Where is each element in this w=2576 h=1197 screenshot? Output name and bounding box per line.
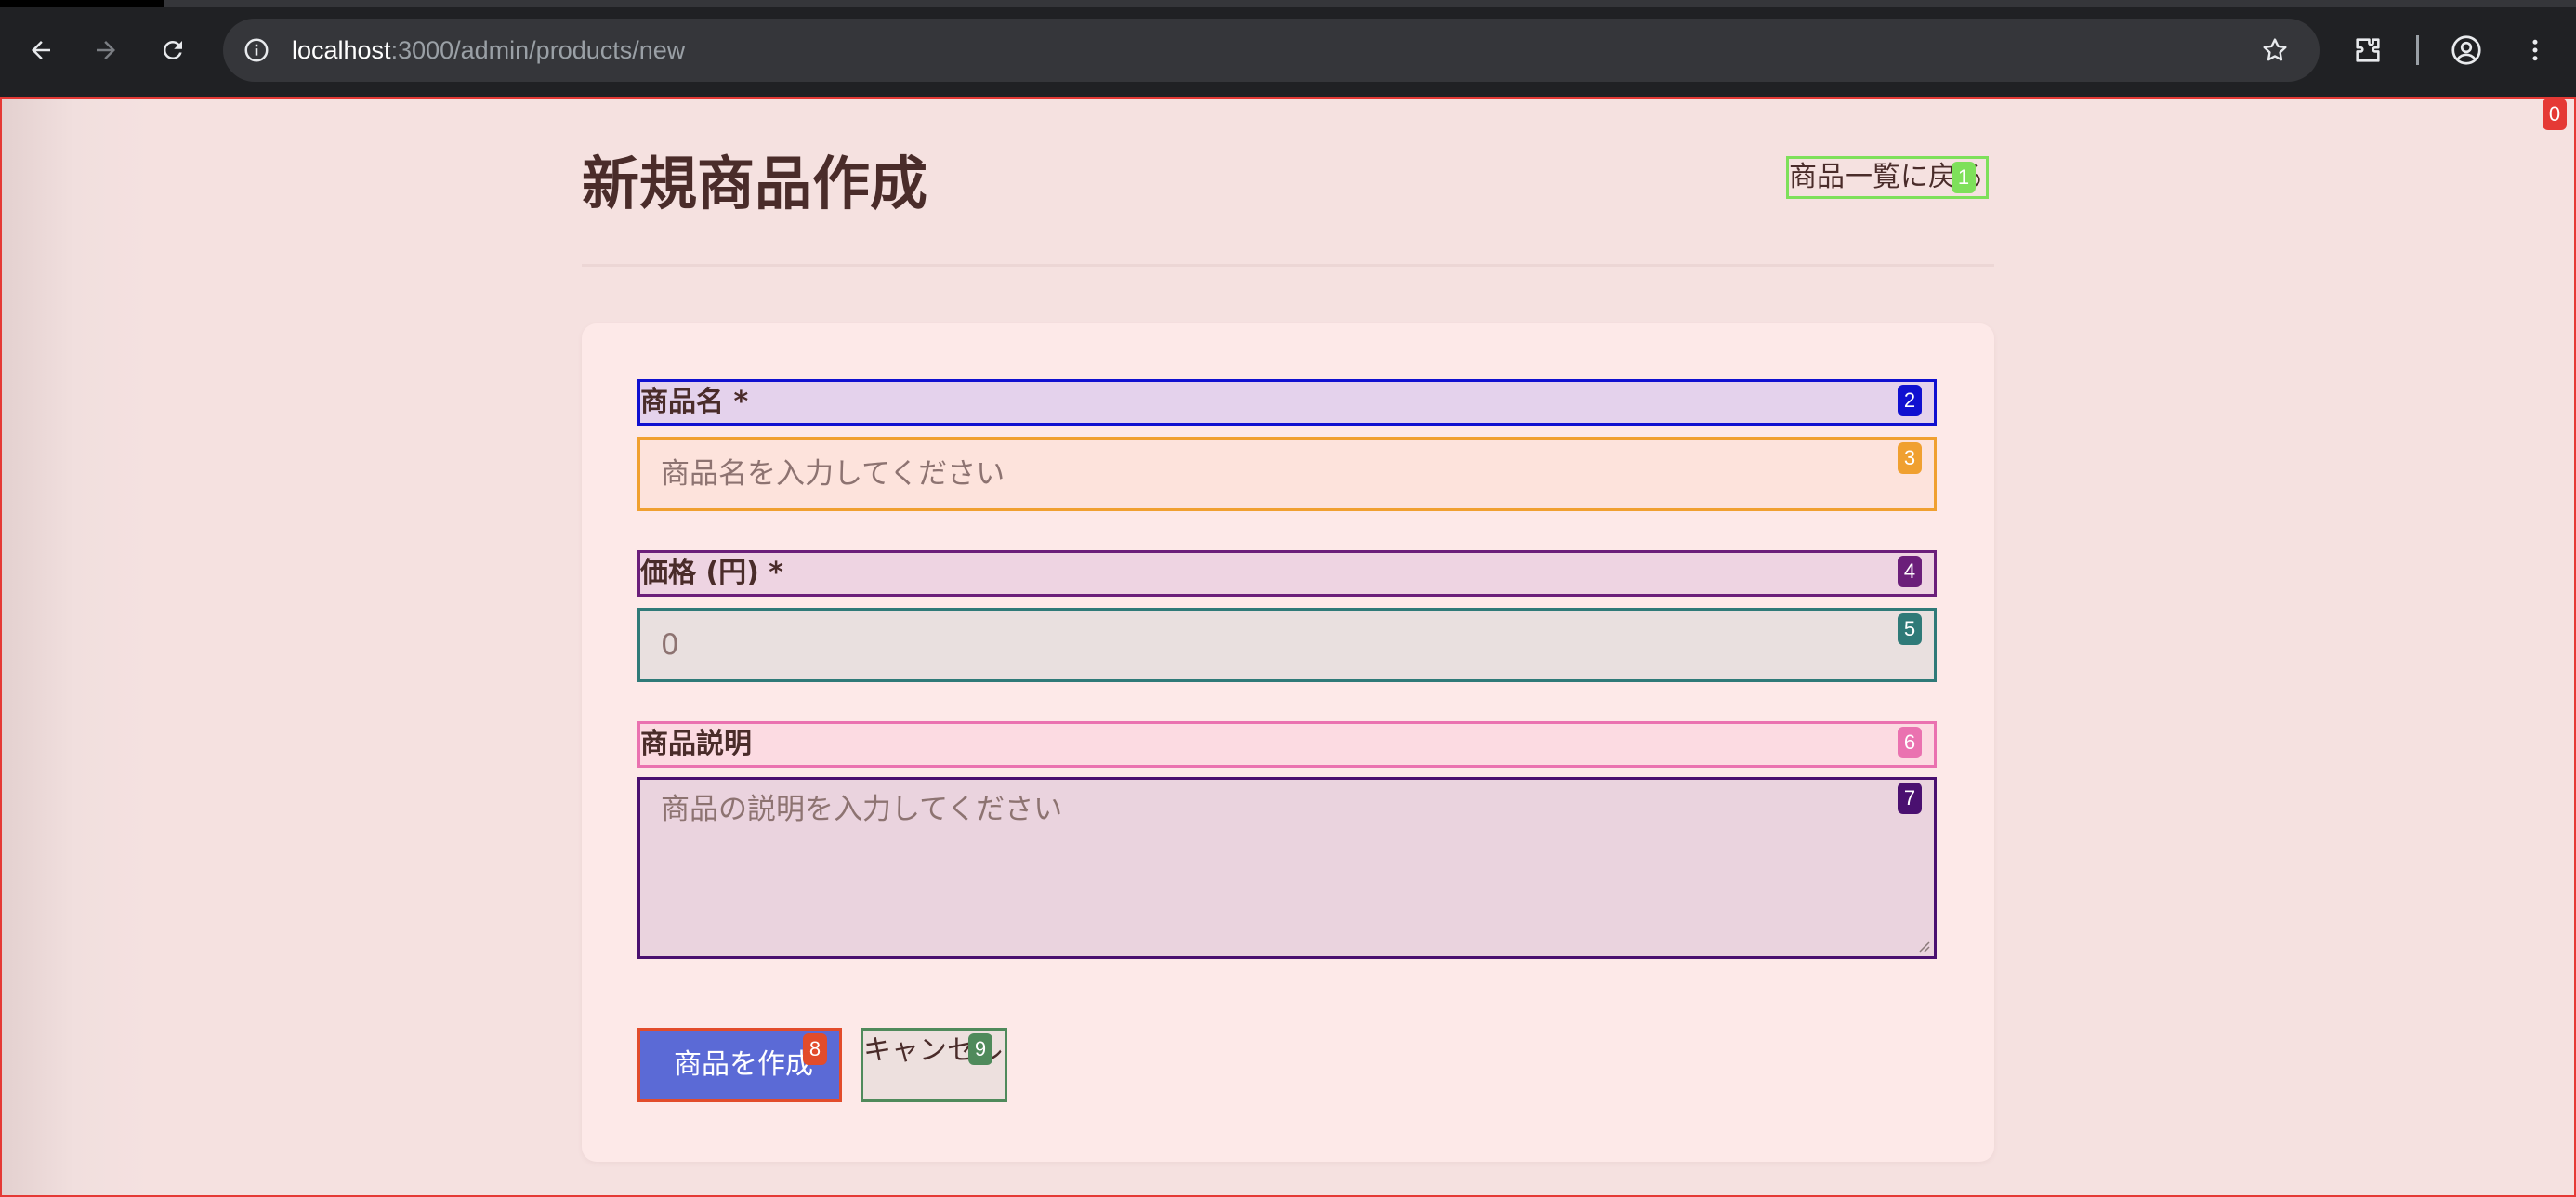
reload-icon — [163, 40, 182, 59]
description-placeholder: 商品の説明を入力してください — [661, 793, 1063, 826]
price-label: 価格 (円) * — [637, 550, 1937, 597]
puzzle-icon — [2356, 38, 2380, 62]
toolbar-separator — [2416, 35, 2419, 65]
overlay-badge: 9 — [968, 1033, 992, 1065]
overlay-badge: 1 — [1952, 162, 1976, 193]
header-divider — [582, 264, 1994, 267]
arrow-left-icon — [32, 41, 50, 59]
overlay-badge: 0 — [2543, 99, 2567, 130]
description-label: 商品説明 — [637, 721, 1937, 768]
overlay-badge: 8 — [803, 1033, 827, 1065]
forward-button[interactable] — [80, 24, 132, 76]
url-text: localhost:3000/admin/products/new — [292, 32, 685, 69]
arrow-right-icon — [97, 41, 115, 59]
browser-toolbar: localhost:3000/admin/products/new — [0, 0, 2576, 97]
kebab-menu-icon — [2532, 39, 2538, 61]
bookmark-star-icon[interactable] — [2256, 32, 2293, 69]
overlay-badge: 6 — [1898, 727, 1922, 758]
overlay-badge: 4 — [1898, 556, 1922, 587]
url-host: localhost — [292, 36, 391, 64]
page-title: 新規商品作成 — [582, 150, 928, 217]
product-name-label: 商品名 * — [637, 379, 1937, 426]
info-icon[interactable] — [240, 33, 273, 67]
tab-strip — [0, 0, 2576, 7]
page-viewport: 0 新規商品作成 商品一覧に戻る 1 商品名 * 2 商品名を入力してください … — [0, 97, 2576, 1197]
product-name-input[interactable]: 商品名を入力してください — [637, 437, 1937, 511]
account-circle-icon — [2451, 35, 2481, 65]
overlay-badge: 5 — [1898, 613, 1922, 645]
extensions-button[interactable] — [2342, 24, 2394, 76]
overlay-badge: 7 — [1898, 783, 1922, 814]
active-tab-edge — [0, 0, 164, 7]
url-path: :3000/admin/products/new — [390, 36, 686, 64]
description-textarea[interactable]: 商品の説明を入力してください — [637, 777, 1937, 959]
browser-menu-button[interactable] — [2509, 24, 2561, 76]
overlay-badge: 2 — [1898, 385, 1922, 416]
resize-handle-icon[interactable] — [1917, 940, 1930, 953]
address-bar[interactable]: localhost:3000/admin/products/new — [223, 19, 2320, 82]
price-input[interactable]: 0 — [637, 608, 1937, 682]
back-button[interactable] — [15, 24, 67, 76]
profile-button[interactable] — [2440, 24, 2492, 76]
overlay-badge: 3 — [1898, 442, 1922, 474]
reload-button[interactable] — [147, 24, 199, 76]
